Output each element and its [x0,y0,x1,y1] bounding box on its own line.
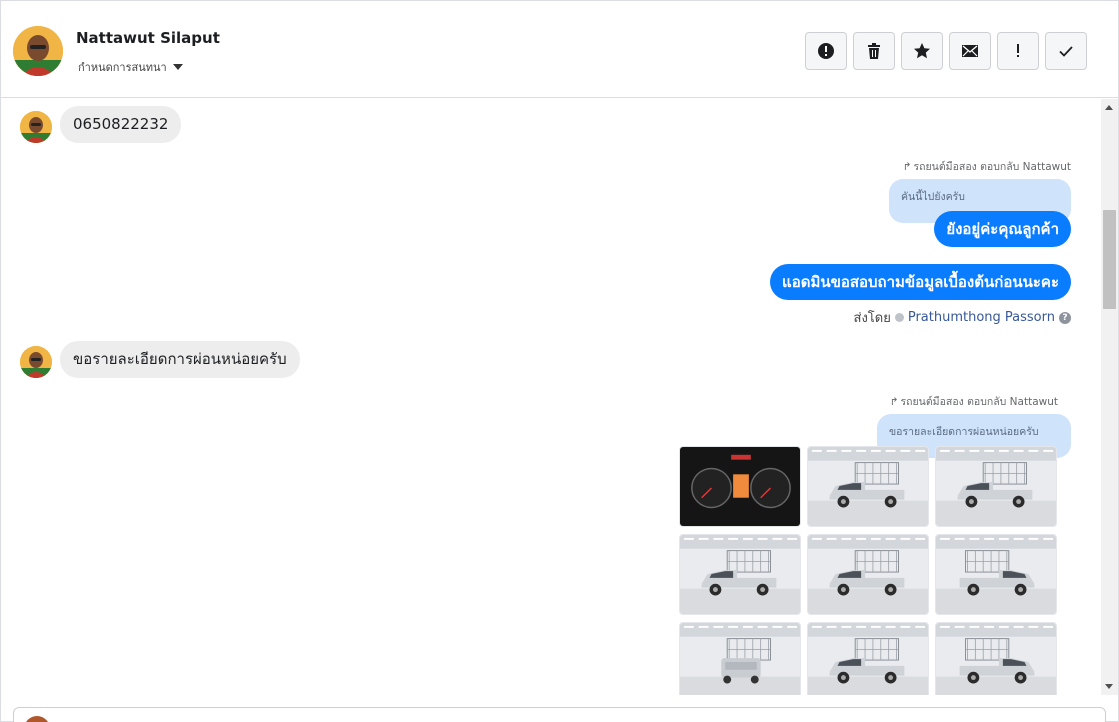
reply-context-note: ↱ รถยนต์มือสอง ตอบกลับ Nattawut [890,393,1058,410]
car-photo-image [808,623,928,695]
conversation-toolbar [805,32,1087,70]
car-photo-image [680,447,800,526]
gallery-thumbnail[interactable] [935,622,1057,695]
car-photo-image [936,535,1056,614]
car-photo-image [808,535,928,614]
sent-by-label: ส่งโดย [853,311,891,326]
message-thread: 0650822232 ↱ รถยนต์มือสอง ตอบกลับ Nattaw… [1,99,1101,695]
contact-avatar[interactable] [13,26,63,76]
caret-down-icon [172,64,183,70]
exclamation-icon [1017,44,1019,57]
scrollbar-thumb[interactable] [1103,210,1116,309]
gallery-thumbnail[interactable] [679,534,801,615]
gallery-thumbnail[interactable] [807,446,929,527]
message-bubble-outgoing[interactable]: ยังอยู่ค่ะคุณลูกค้า [934,211,1071,247]
car-photo-image [680,535,800,614]
alert-circle-icon [818,43,834,59]
help-icon[interactable]: ? [1059,311,1071,324]
verified-dot-icon [894,313,904,322]
reply-arrow-icon: ↱ [889,395,899,408]
thread-scrollbar[interactable] [1101,99,1118,695]
image-gallery [679,446,1057,695]
follow-up-button[interactable] [997,32,1039,70]
scroll-down-arrow-icon[interactable] [1105,684,1113,689]
star-icon [914,43,930,59]
gallery-thumbnail[interactable] [935,446,1057,527]
reply-context-text: รถยนต์มือสอง ตอบกลับ Nattawut [913,161,1071,173]
gallery-thumbnail[interactable] [807,534,929,615]
car-photo-image [936,447,1056,526]
contact-name[interactable]: Nattawut Silaput [76,29,220,47]
message-bubble-incoming[interactable]: 0650822232 [60,106,182,143]
message-bubble-outgoing[interactable]: แอดมินขอสอบถามข้อมูลเบื้องต้นก่อนนะคะ [770,264,1071,300]
reply-composer[interactable] [13,707,1106,722]
spam-button[interactable] [805,32,847,70]
message-bubble-incoming[interactable]: ขอรายละเอียดการผ่อนหน่อยครับ [60,341,300,378]
inbox-conversation-panel: Nattawut Silaput กำหนดการสนทนา 065082223… [0,0,1119,722]
reply-context-text: รถยนต์มือสอง ตอบกลับ Nattawut [900,396,1058,408]
car-photo-image [680,623,800,695]
conversation-header: Nattawut Silaput กำหนดการสนทนา [1,1,1118,98]
mark-done-button[interactable] [1045,32,1087,70]
mail-icon [962,45,978,57]
sent-by-name[interactable]: Prathumthong Passorn [908,310,1055,325]
gallery-thumbnail[interactable] [679,622,801,695]
reply-context-note: ↱ รถยนต์มือสอง ตอบกลับ Nattawut [903,158,1071,175]
conversation-settings-label: กำหนดการสนทนา [78,61,167,74]
car-photo-image [936,623,1056,695]
trash-icon [868,43,880,59]
gallery-thumbnail[interactable] [679,446,801,527]
mark-unread-button[interactable] [949,32,991,70]
check-icon [1059,46,1073,57]
page-avatar [24,716,50,722]
sent-by-line: ส่งโดย Prathumthong Passorn ? [854,307,1071,328]
car-photo-image [808,447,928,526]
sender-avatar[interactable] [20,111,52,143]
reply-arrow-icon: ↱ [902,160,912,173]
scroll-up-arrow-icon[interactable] [1105,105,1113,110]
gallery-thumbnail[interactable] [935,534,1057,615]
star-button[interactable] [901,32,943,70]
conversation-settings-dropdown[interactable]: กำหนดการสนทนา [78,58,183,76]
sender-avatar[interactable] [20,346,52,378]
gallery-thumbnail[interactable] [807,622,929,695]
delete-button[interactable] [853,32,895,70]
